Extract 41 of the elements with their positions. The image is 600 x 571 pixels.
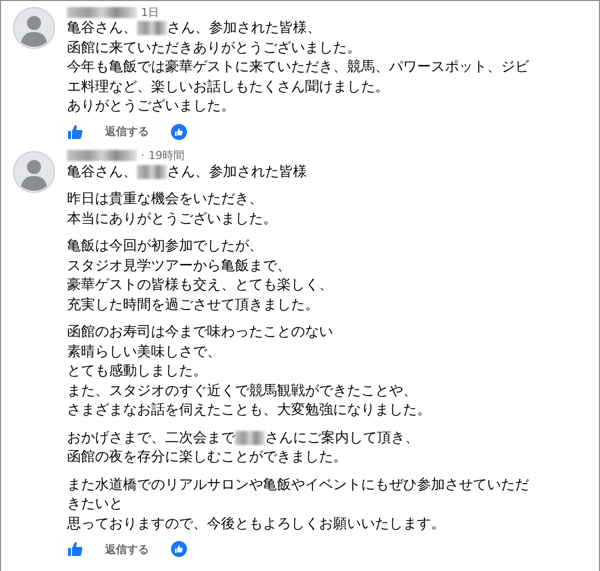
comment-text: また、スタジオのすぐ近くで競馬観戦ができたことや、	[67, 382, 417, 398]
like-icon[interactable]	[67, 541, 83, 557]
reply-button[interactable]: 返信する	[105, 542, 149, 556]
comment-text: さんにご案内して頂き、	[265, 430, 419, 446]
timestamp: 1日	[141, 4, 159, 20]
comment-text: 本当にありがとうございました。	[67, 210, 277, 226]
like-badge-icon	[171, 541, 187, 557]
comment-text: 素晴らしい美味しさで、	[67, 344, 221, 360]
comment-text: きたいと	[67, 496, 123, 512]
blurred-name	[235, 430, 265, 445]
avatar-icon[interactable]	[13, 7, 55, 49]
blurred-name	[137, 164, 167, 179]
comment-text: さまざまなお話を伺えたことも、大変勉強になりました。	[67, 402, 431, 418]
timestamp: 19時間	[148, 148, 184, 163]
comment-text: とても感動しました。	[67, 363, 207, 379]
comment-text: 函館のお寿司は今まで味わったことのない	[67, 324, 333, 340]
like-icon[interactable]	[67, 124, 83, 140]
blurred-name	[137, 21, 167, 36]
blurred-name	[67, 150, 137, 161]
comment-text: さん、参加された皆様	[167, 164, 307, 180]
comment-text: 充実した時間を過ごさせて頂きました。	[67, 296, 319, 312]
avatar-icon[interactable]	[13, 150, 55, 192]
comment-text: さん、参加された皆様、	[167, 20, 321, 36]
comment-text: 豪華ゲストの皆様も交え、とても楽しく、	[67, 277, 333, 293]
comment-text: エ料理など、楽しいお話しもたくさん聞けました。	[67, 78, 389, 94]
comment-text: おかげさまで、二次会まで	[67, 430, 235, 446]
comment-text: 亀谷さん、	[67, 20, 137, 36]
like-badge-icon	[171, 124, 187, 140]
comment-text: 思っておりますので、今後ともよろしくお願いいたします。	[67, 516, 445, 532]
comment-text: 亀飯は今回が初参加でしたが、	[67, 238, 263, 254]
comment-text: 函館に来ていただきありがとうございました。	[67, 40, 361, 56]
comment-text: 今年も亀飯では豪華ゲストに来ていただき、競馬、パワースポット、ジビ	[67, 59, 529, 75]
comment-text: 昨日は貴重な機会をいただき、	[67, 191, 263, 207]
reply-button[interactable]: 返信する	[105, 124, 149, 139]
comment-text: また水道橋でのリアルサロンや亀飯やイベントにもぜひ参加させていただ	[67, 476, 529, 492]
comment-text: 亀谷さん、	[67, 164, 137, 180]
separator-dot: ·	[141, 149, 144, 162]
blurred-name	[67, 6, 137, 18]
comment-text: 函館の夜を存分に楽しむことができました。	[67, 449, 347, 465]
comment-text: ありがとうございました。	[67, 98, 235, 114]
comment-text: スタジオ見学ツアーから亀飯まで、	[67, 258, 291, 274]
